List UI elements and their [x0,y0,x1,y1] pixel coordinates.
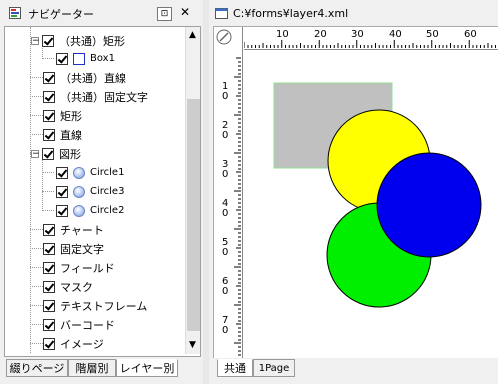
checkbox[interactable] [43,299,55,312]
drawing-area[interactable] [243,50,498,360]
tree-item-label: 矩形 [60,109,82,123]
h-ruler-label: 40 [389,29,402,40]
checkbox[interactable] [56,185,68,198]
tree-item-circle2[interactable]: Circle2 [56,201,124,220]
panel-splitter[interactable] [203,0,209,384]
tree-item-label: マスク [60,280,93,294]
tree-item-label: チャート [60,223,104,237]
tree-item-label: Box1 [90,53,115,64]
document-title: C:¥forms¥layer4.xml [233,7,349,20]
collapse-icon[interactable]: − [31,149,40,158]
tree-item-common-fixed-text[interactable]: （共通）固定文字 [43,87,148,106]
tree-item-image[interactable]: イメージ [43,334,104,353]
tree-item-label: フィールド [60,261,115,275]
tree-item-line[interactable]: 直線 [43,125,82,144]
checkbox[interactable] [56,52,68,65]
tree-item-circle1[interactable]: Circle1 [56,163,124,182]
v-ruler-label: 4 0 [222,198,229,219]
tab-1page[interactable]: 1Page [253,359,295,377]
circle3-blue[interactable] [376,152,482,258]
tree-item-label: Circle3 [90,186,125,197]
checkbox[interactable] [43,128,55,141]
checkbox[interactable] [43,261,55,274]
document-title-bar: C:¥forms¥layer4.xml [211,4,498,24]
rectangle-icon [73,52,85,65]
navigator-icon [9,7,21,19]
tree-item-label: 図形 [59,147,81,161]
pin-button[interactable]: ⊡ [157,7,172,21]
navigator-title: ナビゲーター [28,8,94,21]
tree-vertical-scrollbar[interactable]: ▲ ▼ [185,27,200,354]
v-ruler-label: 7 0 [222,315,229,336]
checkbox[interactable] [42,147,54,160]
tree-item-circle3[interactable]: Circle3 [56,182,124,201]
navigator-title-bar: ナビゲーター ⊡ ✕ [4,4,200,22]
tree-item-label: （共通）固定文字 [60,90,148,104]
tree-item-label: （共通）矩形 [59,34,125,48]
layout-canvas-frame: 10 20 30 40 50 60 1 0 2 0 3 0 4 0 5 0 6 … [213,26,498,360]
window-icon [215,8,228,22]
circle-icon [73,204,85,217]
tree-item-fixed-text[interactable]: 固定文字 [43,239,104,258]
tree-item-label: イメージ [60,337,104,351]
ruler-corner[interactable] [214,27,243,50]
scroll-down-icon[interactable]: ▼ [189,340,196,350]
tree-item-label: Circle1 [90,167,125,178]
tree-item-common-line[interactable]: （共通）直線 [43,68,126,87]
vertical-ruler: 1 0 2 0 3 0 4 0 5 0 6 0 7 0 [214,49,243,359]
close-button[interactable]: ✕ [180,5,190,19]
page-tabs-bar: 共通 1Page [213,358,498,380]
scroll-thumb[interactable] [187,99,200,331]
h-ruler-label: 30 [351,29,364,40]
tree-item-chart[interactable]: チャート [43,220,104,239]
tree-item-label: バーコード [60,318,115,332]
collapse-icon[interactable]: − [31,36,40,45]
tree-item-common-rect[interactable]: − （共通）矩形 [31,31,125,50]
checkbox[interactable] [43,280,55,293]
tree-item-label: テキストフレーム [60,299,148,313]
checkbox[interactable] [43,71,55,84]
tree-item-label: 固定文字 [60,242,104,256]
checkbox[interactable] [56,166,68,179]
tree-item-rect[interactable]: 矩形 [43,106,82,125]
h-ruler-label: 20 [314,29,327,40]
h-ruler-label: 10 [276,29,289,40]
checkbox[interactable] [42,34,54,47]
horizontal-ruler: 10 20 30 40 50 60 [244,27,498,50]
tree-item-barcode[interactable]: バーコード [43,315,115,334]
tree-item-text-frame[interactable]: テキストフレーム [43,296,147,315]
navigator-panel: ナビゲーター ⊡ ✕ − （共通）矩形 Box1 （共通）直線 （共通）固定文字… [0,0,203,384]
tree-item-label: Circle2 [90,205,125,216]
h-ruler-label: 50 [426,29,439,40]
checkbox[interactable] [43,109,55,122]
tab-pages[interactable]: 綴りページ [6,359,68,377]
tab-layers[interactable]: レイヤー別 [116,359,178,377]
checkbox[interactable] [56,204,68,217]
v-ruler-label: 1 0 [222,81,229,102]
tab-hierarchy[interactable]: 階層別 [68,359,116,377]
v-ruler-label: 3 0 [222,159,229,180]
circle-icon [73,185,85,198]
v-ruler-label: 5 0 [222,237,229,258]
checkbox[interactable] [43,90,55,103]
v-ruler-label: 6 0 [222,276,229,297]
origin-icon[interactable] [214,27,242,49]
checkbox[interactable] [43,242,55,255]
tab-common[interactable]: 共通 [217,359,253,377]
circle-icon [73,166,85,179]
scroll-up-icon[interactable]: ▲ [189,30,196,40]
h-ruler-label: 60 [464,29,477,40]
tree-item-figure[interactable]: − 図形 [31,144,81,163]
tree-item-label: 直線 [60,128,82,142]
tree-item-label: （共通）直線 [60,71,126,85]
checkbox[interactable] [43,337,55,350]
checkbox[interactable] [43,318,55,331]
tree-item-field[interactable]: フィールド [43,258,115,277]
tree-item-mask[interactable]: マスク [43,277,93,296]
layer-tree: − （共通）矩形 Box1 （共通）直線 （共通）固定文字 矩形 直線 − 図形… [4,26,201,357]
tree-item-box1[interactable]: Box1 [56,49,115,68]
v-ruler-label: 2 0 [222,120,229,141]
checkbox[interactable] [43,223,55,236]
